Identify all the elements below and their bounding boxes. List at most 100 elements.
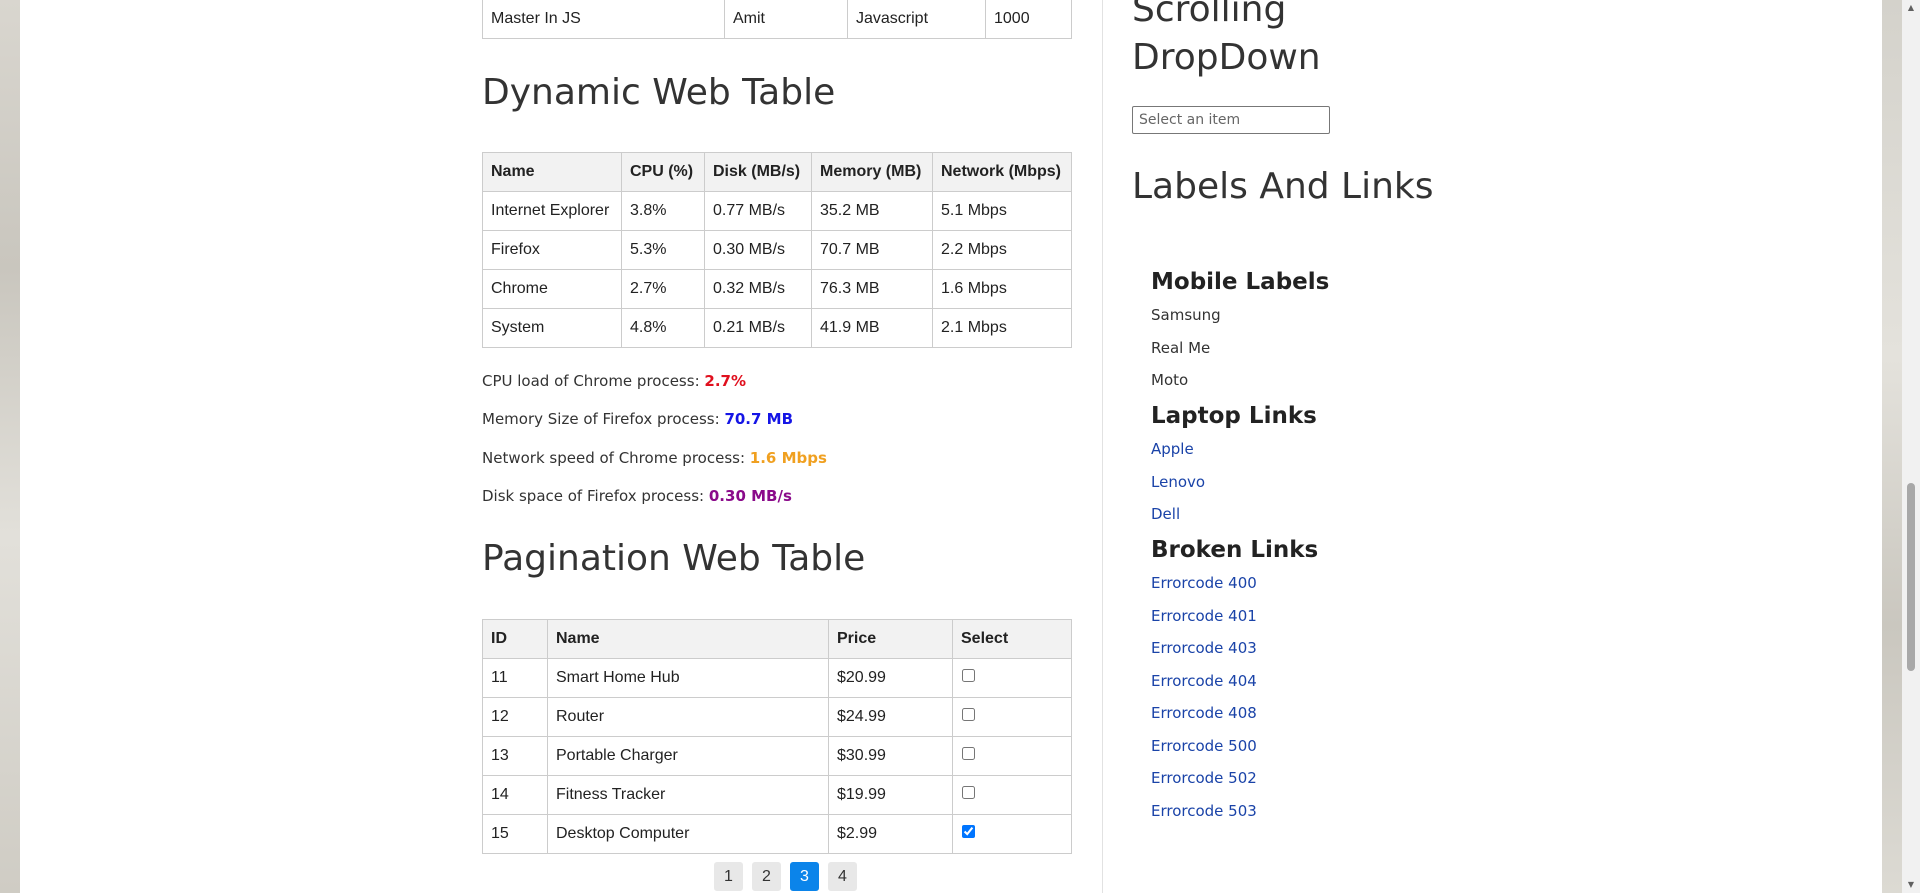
- select-cell: [952, 814, 1072, 854]
- table-row: 11 Smart Home Hub $20.99: [482, 658, 1072, 698]
- column-header: CPU (%): [621, 152, 705, 192]
- pagination-table-title: Pagination Web Table: [482, 538, 866, 579]
- table-cell: Master In JS: [482, 0, 725, 39]
- broken-link[interactable]: Errorcode 400: [1151, 574, 1257, 592]
- page-button-4[interactable]: 4: [828, 862, 857, 891]
- pagination-controls: 1234: [714, 862, 857, 891]
- scrolling-dropdown-input[interactable]: [1132, 106, 1330, 134]
- info-value: 2.7%: [704, 372, 746, 390]
- mobile-labels-heading: Mobile Labels: [1151, 269, 1330, 295]
- table-row: Master In JS Amit Javascript 1000: [482, 0, 1072, 39]
- table-cell: Smart Home Hub: [547, 658, 829, 698]
- network-speed-info: Network speed of Chrome process: 1.6 Mbp…: [482, 449, 827, 467]
- vertical-scrollbar[interactable]: ▲ ▼: [1902, 0, 1920, 893]
- table-cell: $20.99: [828, 658, 953, 698]
- select-cell: [952, 697, 1072, 737]
- table-cell: $19.99: [828, 775, 953, 815]
- info-label: Network speed of Chrome process:: [482, 449, 750, 467]
- scroll-down-arrow-icon[interactable]: ▼: [1902, 877, 1920, 893]
- table-cell: Amit: [724, 0, 848, 39]
- table-cell: 76.3 MB: [811, 269, 933, 309]
- cpu-load-info: CPU load of Chrome process: 2.7%: [482, 372, 746, 390]
- row-select-checkbox[interactable]: [962, 786, 975, 799]
- table-row: 15 Desktop Computer $2.99: [482, 814, 1072, 854]
- table-cell: Chrome: [482, 269, 622, 309]
- info-label: CPU load of Chrome process:: [482, 372, 705, 390]
- column-header: Network (Mbps): [932, 152, 1072, 192]
- info-label: Memory Size of Firefox process:: [482, 410, 725, 428]
- column-header: Name: [482, 152, 622, 192]
- table-cell: 12: [482, 697, 548, 737]
- table-row: 13 Portable Charger $30.99: [482, 736, 1072, 776]
- row-select-checkbox[interactable]: [962, 669, 975, 682]
- page-button-1[interactable]: 1: [714, 862, 743, 891]
- table-cell: Firefox: [482, 230, 622, 270]
- table-cell: 4.8%: [621, 308, 705, 348]
- table-cell: Desktop Computer: [547, 814, 829, 854]
- broken-link[interactable]: Errorcode 408: [1151, 704, 1257, 722]
- broken-link[interactable]: Errorcode 404: [1151, 672, 1257, 690]
- broken-link[interactable]: Errorcode 503: [1151, 802, 1257, 820]
- info-value: 0.30 MB/s: [708, 487, 792, 505]
- laptop-link[interactable]: Dell: [1151, 505, 1180, 523]
- select-cell: [952, 736, 1072, 776]
- table-cell: 3.8%: [621, 191, 705, 231]
- laptop-links-heading: Laptop Links: [1151, 403, 1317, 429]
- table-cell: 5.3%: [621, 230, 705, 270]
- select-cell: [952, 775, 1072, 815]
- table-cell: 2.7%: [621, 269, 705, 309]
- table-row: 14 Fitness Tracker $19.99: [482, 775, 1072, 815]
- table-cell: 1000: [985, 0, 1072, 39]
- select-cell: [952, 658, 1072, 698]
- table-cell: Internet Explorer: [482, 191, 622, 231]
- info-label: Disk space of Firefox process:: [482, 487, 709, 505]
- broken-link[interactable]: Errorcode 401: [1151, 607, 1257, 625]
- column-header: ID: [482, 619, 548, 659]
- table-cell: 11: [482, 658, 548, 698]
- table-cell: 14: [482, 775, 548, 815]
- table-cell: 35.2 MB: [811, 191, 933, 231]
- table-cell: 1.6 Mbps: [932, 269, 1072, 309]
- info-value: 1.6 Mbps: [749, 449, 827, 467]
- table-cell: 13: [482, 736, 548, 776]
- laptop-link[interactable]: Lenovo: [1151, 473, 1205, 491]
- table-row: Internet Explorer 3.8% 0.77 MB/s 35.2 MB 5.1…: [482, 191, 1072, 231]
- broken-link[interactable]: Errorcode 500: [1151, 737, 1257, 755]
- column-divider: [1102, 0, 1103, 893]
- title-line-1: Scrolling: [1132, 0, 1287, 30]
- labels-and-links-title: Labels And Links: [1132, 166, 1434, 207]
- table-cell: 2.2 Mbps: [932, 230, 1072, 270]
- disk-space-info: Disk space of Firefox process: 0.30 MB/s: [482, 487, 792, 505]
- column-header: Select: [952, 619, 1072, 659]
- table-cell: System: [482, 308, 622, 348]
- background-left: [0, 0, 20, 893]
- broken-link[interactable]: Errorcode 502: [1151, 769, 1257, 787]
- table-header-row: ID Name Price Select: [482, 619, 1072, 659]
- page-button-2[interactable]: 2: [752, 862, 781, 891]
- column-header: Disk (MB/s): [704, 152, 812, 192]
- row-select-checkbox[interactable]: [962, 825, 975, 838]
- scrolling-dropdown-title: Scrolling DropDown: [1132, 0, 1321, 82]
- mobile-label: Moto: [1151, 371, 1189, 389]
- table-cell: 70.7 MB: [811, 230, 933, 270]
- info-value: 70.7 MB: [724, 410, 794, 428]
- laptop-link[interactable]: Apple: [1151, 440, 1194, 458]
- table-cell: $2.99: [828, 814, 953, 854]
- table-cell: $24.99: [828, 697, 953, 737]
- table-cell: 41.9 MB: [811, 308, 933, 348]
- scrollbar-thumb[interactable]: [1907, 483, 1915, 671]
- row-select-checkbox[interactable]: [962, 708, 975, 721]
- memory-size-info: Memory Size of Firefox process: 70.7 MB: [482, 410, 793, 428]
- page-button-3[interactable]: 3: [790, 862, 819, 891]
- table-cell: $30.99: [828, 736, 953, 776]
- background-right: [1882, 0, 1902, 893]
- row-select-checkbox[interactable]: [962, 747, 975, 760]
- table-header-row: Name CPU (%) Disk (MB/s) Memory (MB) Net…: [482, 152, 1072, 192]
- broken-links-heading: Broken Links: [1151, 537, 1319, 563]
- scroll-up-arrow-icon[interactable]: ▲: [1902, 0, 1920, 16]
- table-cell: Javascript: [847, 0, 986, 39]
- table-cell: 15: [482, 814, 548, 854]
- table-row: System 4.8% 0.21 MB/s 41.9 MB 2.1 Mbps: [482, 308, 1072, 348]
- table-cell: 0.77 MB/s: [704, 191, 812, 231]
- broken-link[interactable]: Errorcode 403: [1151, 639, 1257, 657]
